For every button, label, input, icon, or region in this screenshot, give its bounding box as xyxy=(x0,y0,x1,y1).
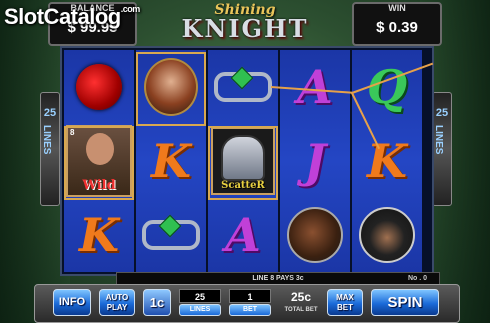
reels-frame: 8 Wild K K ScatteR A A J Q K xyxy=(60,46,434,276)
total-bet-label: TOTAL BET xyxy=(284,307,318,313)
lines-button[interactable]: LINES xyxy=(179,304,221,316)
total-bet-value: 25c xyxy=(290,290,312,304)
watermark-suffix: .com xyxy=(120,4,141,14)
lines-indicator-right: 25 LINES xyxy=(432,92,452,206)
win-highlight-box xyxy=(64,126,134,200)
reel-5: Q K xyxy=(352,50,422,272)
lines-value: 25 xyxy=(179,289,221,303)
bet-value: 1 xyxy=(229,289,271,303)
control-bar: INFO AUTO PLAY 1c 25 LINES 1 BET 25c TOT… xyxy=(34,284,460,323)
lines-indicator-left: 25 LINES xyxy=(40,92,60,206)
lines-indicator-label: LINES xyxy=(41,125,52,155)
spin-button[interactable]: SPIN xyxy=(371,289,439,316)
lines-indicator-number: 25 xyxy=(43,107,57,119)
info-button[interactable]: INFO xyxy=(53,289,91,316)
monk-icon xyxy=(354,200,420,270)
ring-icon xyxy=(210,52,276,122)
symbol-k: K xyxy=(151,134,191,188)
watermark-logo: SlotCatalog.com xyxy=(4,4,140,30)
win-panel: WIN $ 0.39 xyxy=(352,2,442,46)
lines-indicator-number: 25 xyxy=(435,107,449,119)
bet-button[interactable]: BET xyxy=(229,304,271,316)
autoplay-button[interactable]: AUTO PLAY xyxy=(99,289,135,316)
reel-4: A J xyxy=(280,50,350,272)
horse-icon xyxy=(282,200,348,270)
win-value: $ 0.39 xyxy=(376,19,418,36)
ring-icon xyxy=(138,200,204,270)
max-bet-button[interactable]: MAX BET xyxy=(327,289,363,316)
watermark-brand: SlotCatalog xyxy=(4,4,121,29)
symbol-k: K xyxy=(79,208,119,262)
win-label: WIN xyxy=(388,3,406,13)
coin-value-button[interactable]: 1c xyxy=(143,289,171,316)
game-logo: Shining KNIGHT xyxy=(160,2,330,48)
symbol-j: J xyxy=(304,134,326,188)
symbol-a: A xyxy=(225,208,261,262)
game-logo-main: KNIGHT xyxy=(181,14,309,43)
win-highlight-box xyxy=(136,52,206,126)
rose-icon xyxy=(66,52,132,122)
lines-indicator-label: LINES xyxy=(433,125,444,155)
win-highlight-box xyxy=(208,126,278,200)
symbol-k: K xyxy=(367,134,407,188)
